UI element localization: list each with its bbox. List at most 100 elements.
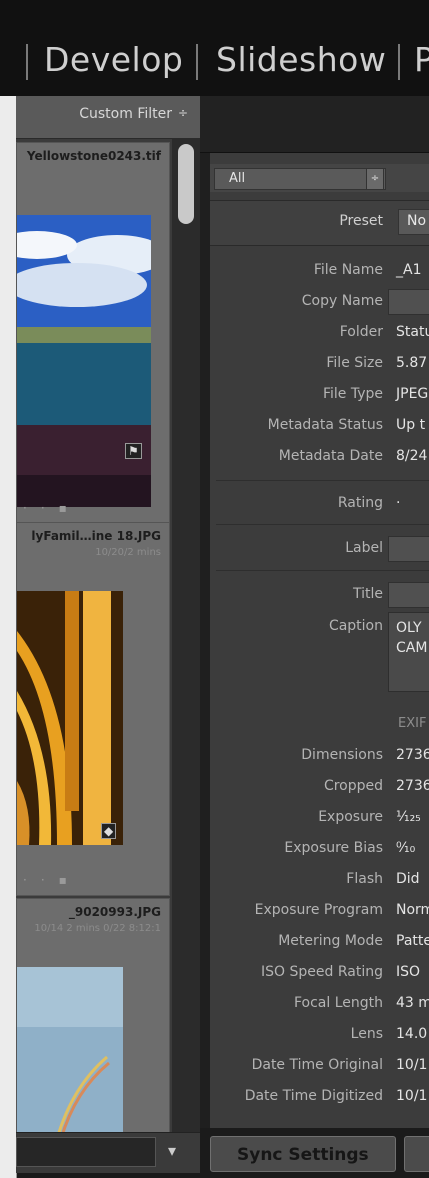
field-value: 5.87 (396, 355, 428, 371)
file-subtitle: 10/20/2 mins (95, 547, 161, 558)
preset-select[interactable]: No (398, 209, 429, 235)
metadata-view-bar: All ÷ (210, 164, 429, 192)
exif-value: 2736 (396, 778, 429, 794)
custom-filter-label[interactable]: Custom Filter (79, 106, 172, 122)
copy-name-input[interactable] (388, 289, 429, 315)
filmstrip-cell[interactable]: lyFamil…ine 18.JPG 10/20/2 mins ◆ ··▪ (16, 522, 170, 896)
chevron-down-icon[interactable]: ▾ (168, 1141, 176, 1160)
exif-value: 10/1 (396, 1057, 428, 1073)
exif-label: Focal Length (293, 995, 383, 1011)
rating-control[interactable]: · (396, 495, 400, 511)
exif-row-date-digitized: Date Time Digitized 10/1 (210, 1082, 429, 1112)
exif-row-focal-length: Focal Length 43 m (210, 989, 429, 1019)
file-subtitle: 10/14 2 mins 0/22 8:12:1 (34, 923, 161, 934)
filmstrip-field[interactable] (16, 1137, 156, 1167)
field-value: Up t (396, 417, 426, 433)
exif-row-date-original: Date Time Original 10/1 (210, 1051, 429, 1081)
module-develop[interactable]: Develop (44, 40, 183, 79)
exif-value: Patte (396, 933, 429, 949)
field-value: JPEG (396, 386, 429, 402)
exif-value: 10/1 (396, 1088, 428, 1104)
sync-settings-label: Sync Settings (237, 1145, 369, 1165)
rating-dots: ··▪ (23, 501, 81, 515)
preset-label: Preset (339, 213, 383, 229)
field-label: File Size (326, 355, 383, 371)
field-row-title: Title (210, 580, 429, 610)
metadata-badge-icon: ⚑ (125, 443, 142, 459)
field-label: Copy Name (301, 293, 383, 309)
field-label: File Type (322, 386, 383, 402)
exif-value: ⁰⁄₁₀ (396, 840, 416, 856)
filter-dropdown-icon[interactable]: ÷ (178, 106, 188, 120)
field-row-file-name: File Name _A1 (210, 256, 429, 286)
sync-settings-button[interactable]: Sync Settings (210, 1136, 396, 1172)
field-label: Metadata Date (278, 448, 383, 464)
field-row-copy-name: Copy Name (210, 287, 429, 317)
secondary-sync-button[interactable] (404, 1136, 429, 1172)
exif-label: Exposure Program (254, 902, 383, 918)
file-name: lyFamil…ine 18.JPG (31, 529, 161, 543)
caption-value[interactable]: OLY CAM (396, 618, 429, 658)
exif-row-cropped: Cropped 2736 (210, 772, 429, 802)
field-row-label: Label (210, 534, 429, 564)
field-row-file-size: File Size 5.87 (210, 349, 429, 379)
exif-value: Did (396, 871, 420, 887)
exif-label: Cropped (323, 778, 383, 794)
filmstrip-cell[interactable]: _9020993.JPG 10/14 2 mins 0/22 8:12:1 (16, 898, 170, 1140)
exif-row-exposure-bias: Exposure Bias ⁰⁄₁₀ (210, 834, 429, 864)
exif-value: 14.0 (396, 1026, 428, 1042)
field-label: Folder (339, 324, 383, 340)
exif-row-lens: Lens 14.0 (210, 1020, 429, 1050)
preset-value: No (407, 213, 427, 229)
file-name: _9020993.JPG (68, 905, 161, 919)
exif-label: Lens (350, 1026, 383, 1042)
field-label: Label (345, 540, 383, 556)
section-divider (216, 480, 429, 481)
filmstrip-cell[interactable]: Yellowstone0243.tif ⚑ ··▪ (16, 142, 170, 524)
exif-row-dimensions: Dimensions 2736 (210, 741, 429, 771)
field-label: Metadata Status (267, 417, 383, 433)
filter-bar[interactable]: Custom Filter ÷ (16, 96, 200, 139)
exif-label: Dimensions (301, 747, 383, 763)
field-value[interactable]: _A1 (396, 262, 421, 278)
exif-row-iso: ISO Speed Rating ISO (210, 958, 429, 988)
title-input[interactable] (388, 582, 429, 608)
module-slideshow[interactable]: Slideshow (216, 40, 386, 79)
module-picker: Develop Slideshow P (0, 0, 429, 96)
exif-row-exposure-program: Exposure Program Norm (210, 896, 429, 926)
filmstrip-scrollbar[interactable] (172, 138, 200, 1158)
field-value[interactable]: Statu (396, 324, 429, 340)
field-row-metadata-date: Metadata Date 8/24 (210, 442, 429, 472)
field-value: 8/24 (396, 448, 428, 464)
file-name: Yellowstone0243.tif (26, 149, 161, 163)
exif-label: ISO Speed Rating (261, 964, 383, 980)
exif-value: 2736 (396, 747, 429, 763)
section-divider (216, 524, 429, 525)
thumbnail[interactable] (17, 591, 123, 845)
field-row-folder: Folder Statu (210, 318, 429, 348)
select-stepper-icon[interactable]: ÷ (366, 168, 384, 190)
module-separator (26, 44, 28, 80)
exif-label: Exposure (318, 809, 383, 825)
exif-section-heading: EXIF (398, 716, 427, 731)
module-separator (398, 44, 400, 80)
scrollbar-thumb[interactable] (178, 144, 194, 224)
panel-divider (200, 96, 210, 1166)
label-input[interactable] (388, 536, 429, 562)
metadata-view-value: All (229, 171, 246, 186)
rating-dots: ··▪ (23, 873, 81, 887)
section-divider (216, 570, 429, 571)
field-label: Rating (337, 495, 383, 511)
exif-label: Date Time Original (251, 1057, 383, 1073)
thumbnail[interactable] (17, 215, 151, 507)
exif-label: Metering Mode (278, 933, 383, 949)
module-print[interactable]: P (414, 40, 429, 79)
module-separator (196, 44, 198, 80)
thumbnail[interactable] (17, 967, 123, 1139)
field-label: File Name (313, 262, 383, 278)
preset-row: Preset No (210, 200, 429, 246)
exif-label: Flash (346, 871, 383, 887)
metadata-view-select[interactable]: All (214, 168, 386, 190)
field-row-caption: Caption OLY CAM (210, 612, 429, 660)
field-row-rating: Rating · (210, 489, 429, 519)
